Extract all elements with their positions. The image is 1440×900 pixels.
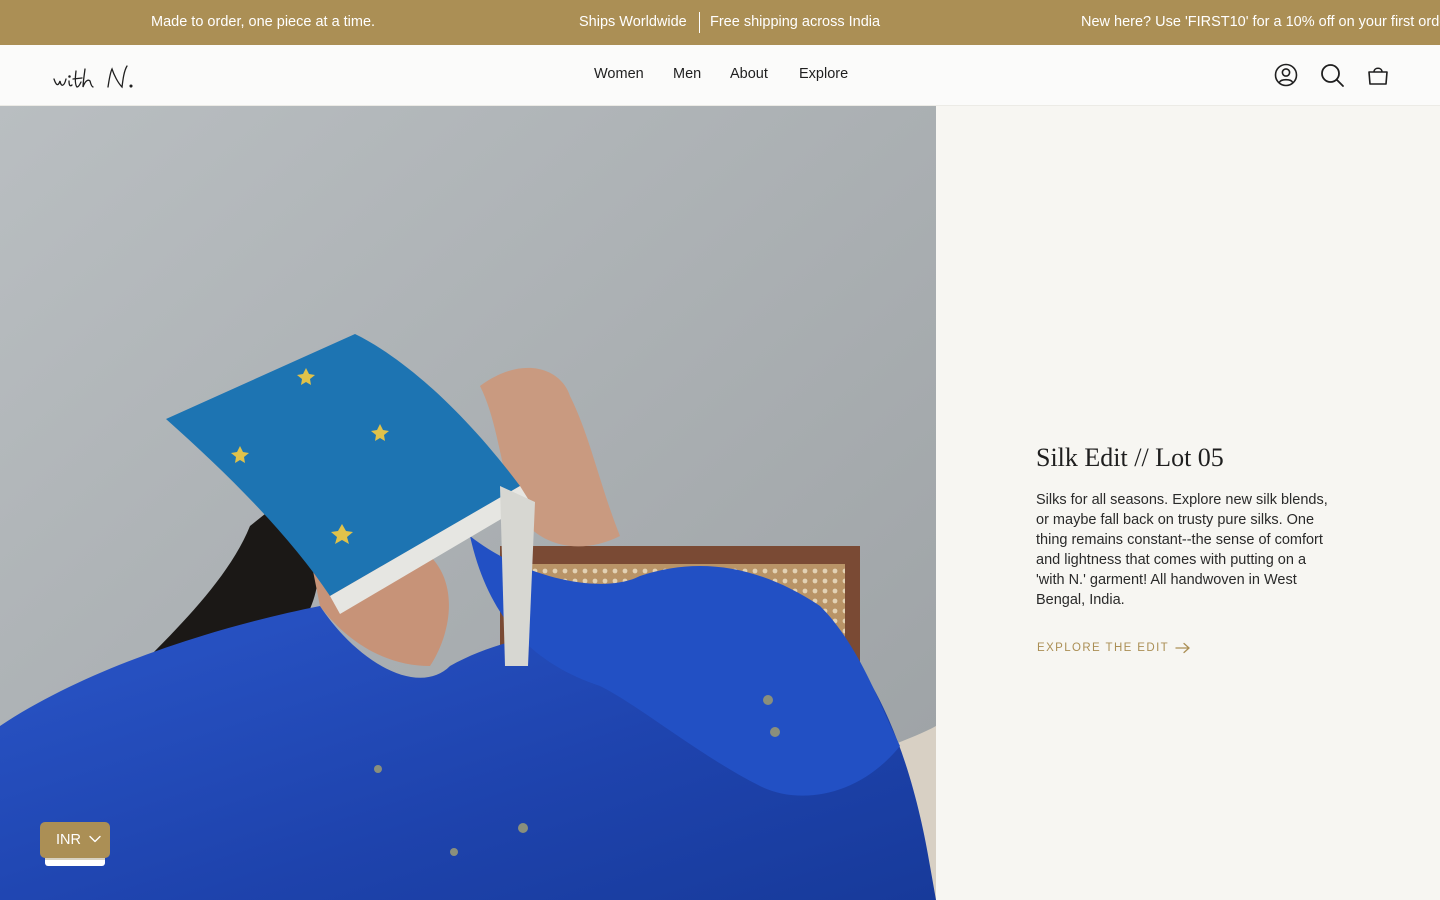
logo-wordmark bbox=[53, 65, 133, 89]
hero-image bbox=[0, 106, 936, 900]
nav-item-men[interactable]: Men bbox=[673, 66, 701, 82]
account-icon[interactable] bbox=[1273, 62, 1299, 88]
hero-content-panel: Silk Edit // Lot 05 Silks for all season… bbox=[936, 106, 1440, 900]
search-icon[interactable] bbox=[1319, 62, 1345, 88]
hero-title: Silk Edit // Lot 05 bbox=[1036, 443, 1224, 472]
currency-selector[interactable]: INR bbox=[40, 822, 110, 858]
announcement-message: Free shipping across India bbox=[710, 14, 881, 30]
hero-description: Silks for all seasons. Explore new silk … bbox=[1036, 492, 1328, 608]
currency-selector-shadow bbox=[45, 858, 105, 866]
site-header: Women Men About Explore bbox=[0, 45, 1440, 106]
announcement-message: Made to order, one piece at a time. bbox=[151, 14, 376, 30]
explore-edit-label: EXPLORE THE EDIT bbox=[1037, 642, 1170, 654]
announcement-message: New here? Use 'FIRST10' for a 10% off on… bbox=[1081, 14, 1440, 30]
nav-item-explore[interactable]: Explore bbox=[799, 66, 848, 82]
arrow-right-icon bbox=[1175, 642, 1190, 654]
nav-item-women[interactable]: Women bbox=[594, 66, 644, 82]
nav-item-about[interactable]: About bbox=[730, 66, 768, 82]
currency-value: INR bbox=[56, 832, 81, 848]
hero-illustration bbox=[0, 106, 936, 900]
announcement-divider bbox=[699, 12, 700, 33]
announcement-message: Ships Worldwide bbox=[579, 14, 687, 30]
chevron-down-icon bbox=[89, 835, 101, 843]
explore-edit-link[interactable]: EXPLORE THE EDIT bbox=[1037, 642, 1191, 654]
announcement-bar: Made to order, one piece at a time. Ship… bbox=[0, 0, 1440, 45]
cart-icon[interactable] bbox=[1365, 62, 1391, 88]
site-logo[interactable] bbox=[52, 57, 142, 95]
